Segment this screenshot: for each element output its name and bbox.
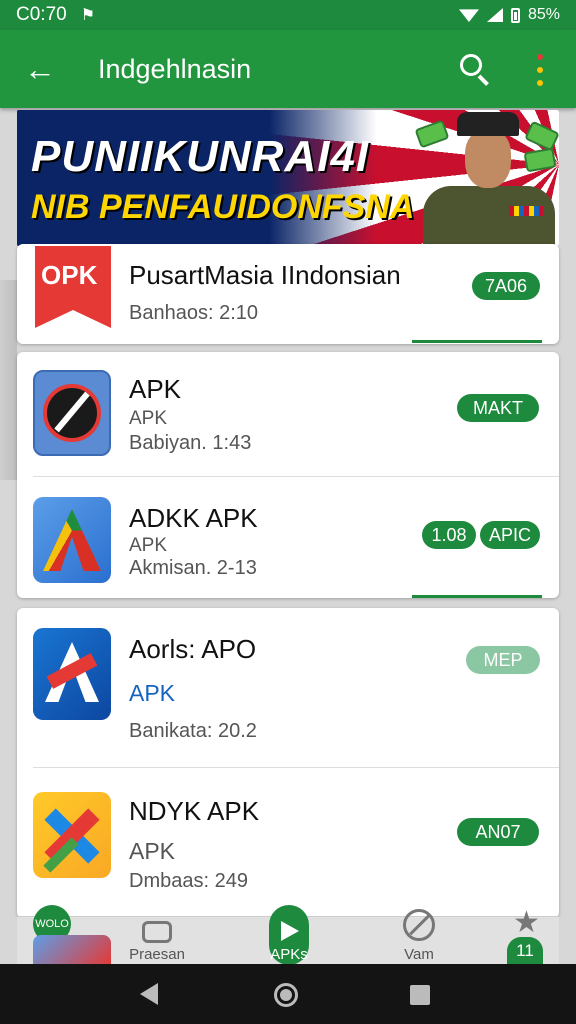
app-action-button[interactable]: MAKT [457, 394, 539, 422]
battery-percent: 85% [527, 6, 560, 23]
wifi-icon [458, 9, 479, 22]
status-bar: C0:70 ⚑ 85% [0, 0, 576, 30]
bottom-navigation: WOLO Praesan APKs Vam ★ 11 [17, 905, 559, 965]
pen-app-icon [33, 370, 111, 456]
nav-item-vam[interactable]: Vam [379, 909, 459, 965]
progress-underline [412, 340, 542, 343]
partial-app-icon [33, 935, 111, 965]
featured-app-card[interactable]: OPK PusartMasia IIndonsian Banhaos: 2:10… [17, 244, 559, 344]
nav-label: Praesan [129, 946, 185, 963]
search-icon[interactable] [458, 52, 492, 86]
side-panel-edge [0, 280, 17, 480]
bell-icon: ⚑ [80, 7, 96, 24]
app-name: NDYK APK [129, 796, 260, 826]
featured-badge-button[interactable]: 7A06 [472, 272, 540, 300]
app-meta: Babiyan. 1:43 [129, 432, 252, 454]
app-meta: Dmbaas: 249 [129, 870, 248, 892]
app-list-card: APK APK Babiyan. 1:43 MAKT ADKK APK APK … [17, 352, 559, 598]
a-app-icon [33, 497, 111, 583]
featured-app-meta: Banhaos: 2:10 [129, 302, 258, 324]
promo-banner[interactable]: PUNIIKUNRAI4I NIB PENFAUIDONFSNA [17, 110, 559, 246]
red-a-app-icon [33, 628, 111, 720]
app-name: Aorls: APO [129, 634, 257, 664]
signal-icon [486, 8, 503, 22]
officer-portrait [417, 110, 559, 246]
page-title: Indgehlnasin [98, 53, 252, 84]
app-name: ADKK APK [129, 503, 258, 533]
home-circle-icon[interactable] [274, 983, 298, 1007]
camera-icon [142, 921, 172, 943]
banner-subheadline: NIB PENFAUIDONFSNA [31, 188, 415, 226]
app-bar: ← Indgehlnasin [0, 30, 576, 108]
nav-item-praesan[interactable]: Praesan [117, 917, 197, 965]
app-action-button[interactable]: MEP [466, 646, 540, 674]
app-name: APK [129, 374, 182, 404]
nav-label: APKs [270, 946, 308, 963]
back-triangle-icon[interactable] [140, 983, 158, 1005]
app-list-card: Aorls: APO APK Banikata: 20.2 MEP NDYK A… [17, 608, 559, 918]
system-navigation-bar [0, 964, 576, 1024]
app-meta: Banikata: 20.2 [129, 720, 257, 742]
count-badge[interactable]: 11 [507, 937, 543, 965]
featured-app-name: PusartMasia IIndonsian [129, 260, 401, 290]
list-item[interactable]: APK APK Babiyan. 1:43 MAKT [17, 352, 559, 476]
nav-label: Vam [404, 946, 434, 963]
app-subtitle: APK [129, 408, 168, 429]
app-meta: Akmisan. 2-13 [129, 557, 257, 579]
list-item[interactable]: NDYK APK APK Dmbaas: 249 AN07 [17, 768, 559, 918]
more-menu-icon[interactable] [530, 54, 550, 86]
opk-app-icon: OPK [33, 246, 111, 332]
compass-icon [403, 909, 435, 941]
recents-square-icon[interactable] [410, 985, 430, 1005]
progress-underline [412, 595, 542, 598]
banner-headline: PUNIIKUNRAI4I [31, 132, 370, 181]
version-badge[interactable]: 1.08 [422, 521, 476, 549]
app-subtitle: APK [129, 535, 168, 556]
app-subtitle: APK [129, 838, 176, 864]
status-time: C0:70 [16, 4, 67, 25]
battery-icon [510, 7, 520, 23]
app-subtitle: APK [129, 680, 176, 706]
nav-item-apks[interactable]: APKs [249, 905, 329, 965]
x-app-icon [33, 792, 111, 878]
list-item[interactable]: ADKK APK APK Akmisan. 2-13 1.08 APIC [17, 477, 559, 598]
back-arrow-icon[interactable]: ← [0, 30, 80, 108]
app-action-button[interactable]: AN07 [457, 818, 539, 846]
star-icon[interactable]: ★ [513, 905, 540, 940]
app-action-button[interactable]: APIC [480, 521, 540, 549]
list-item[interactable]: Aorls: APO APK Banikata: 20.2 MEP [17, 608, 559, 766]
